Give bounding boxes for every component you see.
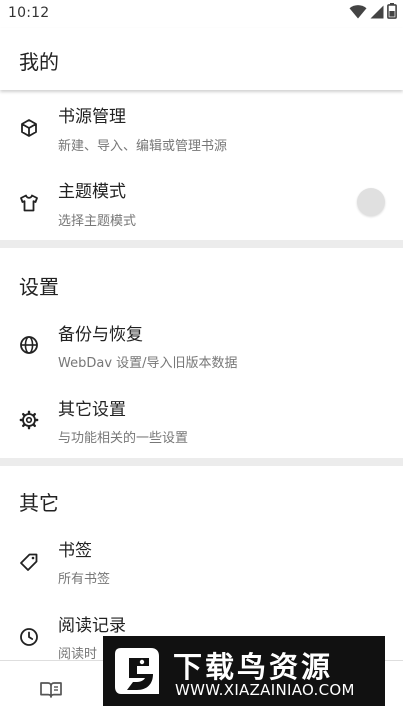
tag-icon [19,552,39,572]
clock-icon [19,627,39,647]
status-icons [349,3,397,23]
page-title: 我的 [19,50,59,74]
watermark-url: WWW.XIAZAINIAO.COM [175,681,355,699]
signal-icon [370,4,384,23]
book-source-management-subtitle: 新建、导入、编辑或管理书源 [58,139,228,154]
bookmarks-title: 书签 [58,541,92,561]
bird-logo-icon [109,640,169,702]
other-card: 其它 书签 所有书签 阅读记录 阅读时 [0,466,403,662]
settings-section-title: 设置 [19,275,59,299]
other-section-title: 其它 [19,491,59,515]
tshirt-icon [19,193,39,213]
other-settings-title: 其它设置 [58,400,126,420]
cube-icon [19,118,39,138]
status-time: 10:12 [8,5,50,21]
bookmarks-item[interactable]: 书签 所有书签 [0,524,403,599]
watermark-banner: 下载鸟资源 WWW.XIAZAINIAO.COM [103,636,385,706]
status-bar: 10:12 [0,0,403,28]
backup-restore-subtitle: WebDav 设置/导入旧版本数据 [58,356,238,371]
theme-mode-toggle[interactable] [357,188,385,216]
battery-icon [387,3,397,23]
watermark-title: 下载鸟资源 [173,650,334,684]
book-open-icon[interactable] [39,678,63,702]
backup-restore-item[interactable]: 备份与恢复 WebDav 设置/导入旧版本数据 [0,308,403,383]
app-bar: 我的 [0,28,403,90]
reading-history-title: 阅读记录 [58,616,126,636]
theme-mode-subtitle: 选择主题模式 [58,214,137,229]
book-source-management-title: 书源管理 [58,107,126,127]
backup-restore-title: 备份与恢复 [58,325,143,345]
book-source-management-item[interactable]: 书源管理 新建、导入、编辑或管理书源 [0,90,403,165]
theme-mode-title: 主题模式 [58,182,126,202]
globe-icon [19,335,39,355]
settings-card: 设置 备份与恢复 WebDav 设置/导入旧版本数据 其它设置 与功能相关的一些… [0,248,403,458]
wifi-icon [349,4,367,23]
theme-mode-item[interactable]: 主题模式 选择主题模式 [0,165,403,240]
gear-icon [19,410,39,430]
other-settings-subtitle: 与功能相关的一些设置 [58,431,189,446]
general-card: 书源管理 新建、导入、编辑或管理书源 主题模式 选择主题模式 [0,90,403,240]
bookmarks-subtitle: 所有书签 [58,572,111,587]
other-settings-item[interactable]: 其它设置 与功能相关的一些设置 [0,383,403,458]
